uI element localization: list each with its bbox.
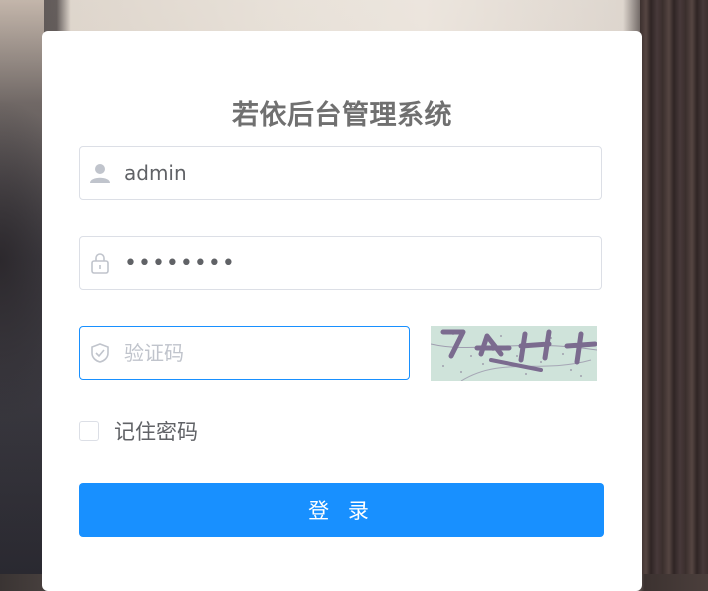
lock-icon xyxy=(88,251,112,275)
password-field[interactable] xyxy=(79,236,602,290)
captcha-image[interactable] xyxy=(430,326,598,382)
page-title: 若依后台管理系统 xyxy=(232,100,452,131)
background-right xyxy=(640,0,708,574)
username-field[interactable] xyxy=(79,146,602,200)
user-icon xyxy=(88,161,112,185)
remember-label: 记住密码 xyxy=(114,420,198,444)
remember-password[interactable]: 记住密码 xyxy=(79,418,198,444)
username-input[interactable] xyxy=(124,147,584,199)
remember-checkbox[interactable] xyxy=(79,421,99,441)
captcha-input[interactable] xyxy=(124,327,394,379)
shield-check-icon xyxy=(88,341,112,365)
password-input[interactable] xyxy=(124,237,584,289)
captcha-field[interactable] xyxy=(79,326,410,380)
login-button[interactable]: 登 录 xyxy=(79,483,604,537)
